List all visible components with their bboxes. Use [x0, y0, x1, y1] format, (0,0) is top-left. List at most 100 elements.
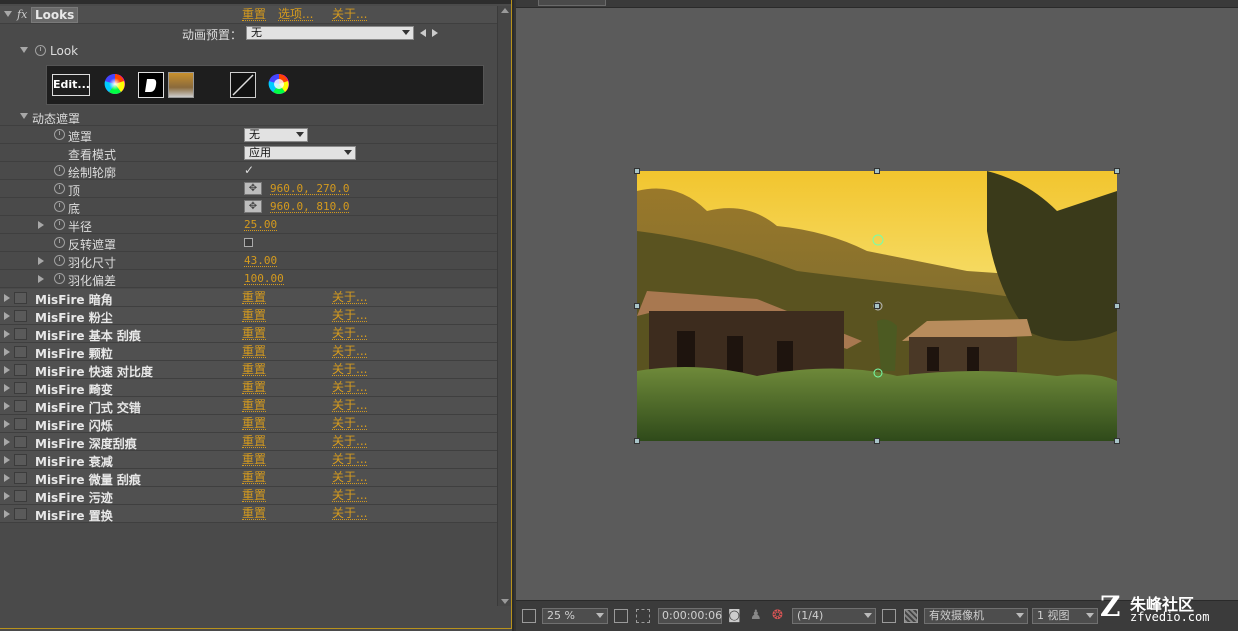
point-target-icon[interactable]: ✥	[244, 182, 262, 195]
expand-triangle-icon[interactable]	[4, 438, 10, 446]
region-of-interest-icon[interactable]	[882, 609, 896, 623]
camera-snapshot-icon[interactable]: ◙	[728, 608, 741, 623]
effect-row-misfire[interactable]: MisFire 污迹 重置 关于...	[0, 487, 497, 505]
top-value[interactable]: 960.0, 270.0	[270, 183, 350, 195]
effect-row-misfire[interactable]: MisFire 暗角 重置 关于...	[0, 289, 497, 307]
reset-link[interactable]: 重置	[242, 345, 267, 358]
expand-triangle-icon[interactable]	[4, 420, 10, 428]
safe-margins-icon[interactable]	[614, 609, 628, 623]
reset-link[interactable]: 重置	[242, 417, 267, 430]
expand-triangle-icon[interactable]	[4, 474, 10, 482]
stopwatch-icon[interactable]	[54, 129, 65, 140]
effect-toggle-box[interactable]	[14, 508, 27, 520]
scroll-down-icon[interactable]	[501, 599, 509, 604]
collapse-triangle-icon[interactable]	[20, 113, 28, 119]
expand-triangle-icon[interactable]	[4, 294, 10, 302]
fx-icon[interactable]: fx	[17, 8, 27, 21]
effect-row-misfire[interactable]: MisFire 衰减 重置 关于...	[0, 451, 497, 469]
saturation-wheel-icon[interactable]	[266, 72, 292, 98]
radius-value[interactable]: 25.00	[244, 219, 278, 231]
reset-link[interactable]: 重置	[242, 309, 267, 322]
effect-row-misfire[interactable]: MisFire 畸变 重置 关于...	[0, 379, 497, 397]
view-layout-dropdown[interactable]: 1 视图	[1032, 608, 1098, 624]
transparency-grid-icon[interactable]	[904, 609, 918, 623]
effect-row-misfire[interactable]: MisFire 微量 刮痕 重置 关于...	[0, 469, 497, 487]
expand-triangle-icon[interactable]	[38, 221, 44, 229]
reset-link[interactable]: 重置	[242, 507, 267, 520]
effect-row-misfire[interactable]: MisFire 粉尘 重置 关于...	[0, 307, 497, 325]
animation-preset-dropdown[interactable]: 无	[246, 26, 414, 40]
effect-toggle-box[interactable]	[14, 364, 27, 376]
invert-checkbox[interactable]	[244, 238, 253, 247]
about-link[interactable]: 关于...	[332, 363, 368, 376]
diffusion-icon[interactable]	[138, 72, 164, 98]
stopwatch-icon[interactable]	[35, 45, 46, 56]
resolution-dropdown[interactable]: (1/4)	[792, 608, 876, 624]
vertical-scrollbar[interactable]	[497, 6, 512, 606]
mask-dropdown[interactable]: 无	[244, 128, 308, 142]
effect-row-misfire[interactable]: MisFire 快速 对比度 重置 关于...	[0, 361, 497, 379]
effect-toggle-box[interactable]	[14, 382, 27, 394]
reset-link[interactable]: 重置	[242, 381, 267, 394]
expand-triangle-icon[interactable]	[38, 275, 44, 283]
effect-row-misfire[interactable]: MisFire 闪烁 重置 关于...	[0, 415, 497, 433]
reset-link[interactable]: 重置	[242, 399, 267, 412]
options-link[interactable]: 选项...	[278, 8, 314, 21]
expand-triangle-icon[interactable]	[4, 348, 10, 356]
stopwatch-icon[interactable]	[54, 237, 65, 248]
effect-toggle-box[interactable]	[14, 346, 27, 358]
stopwatch-icon[interactable]	[54, 165, 65, 176]
about-link[interactable]: 关于...	[332, 453, 368, 466]
effect-toggle-box[interactable]	[14, 310, 27, 322]
about-link[interactable]: 关于...	[332, 327, 368, 340]
effect-toggle-box[interactable]	[14, 418, 27, 430]
draw-outline-checkbox[interactable]: ✓	[244, 163, 254, 177]
expand-triangle-icon[interactable]	[4, 366, 10, 374]
stopwatch-icon[interactable]	[54, 201, 65, 212]
effect-toggle-box[interactable]	[14, 436, 27, 448]
effect-row-misfire[interactable]: MisFire 置换 重置 关于...	[0, 505, 497, 523]
about-link[interactable]: 关于...	[332, 309, 368, 322]
about-link[interactable]: 关于...	[332, 435, 368, 448]
expand-triangle-icon[interactable]	[4, 510, 10, 518]
effect-row-misfire[interactable]: MisFire 门式 交错 重置 关于...	[0, 397, 497, 415]
timecode-button[interactable]: 0:00:00:06	[658, 608, 722, 624]
reset-link[interactable]: 重置	[242, 453, 267, 466]
about-link[interactable]: 关于...	[332, 8, 368, 21]
zoom-dropdown[interactable]: 25 %	[542, 608, 608, 624]
handle-middle-left[interactable]	[634, 303, 640, 309]
reset-link[interactable]: 重置	[242, 471, 267, 484]
dynamic-mask-row[interactable]: 动态遮罩	[0, 108, 497, 126]
viewer-tab[interactable]	[538, 0, 606, 6]
point-target-icon[interactable]: ✥	[244, 200, 262, 213]
reset-link[interactable]: 重置	[242, 8, 267, 21]
about-link[interactable]: 关于...	[332, 291, 368, 304]
expand-triangle-icon[interactable]	[4, 492, 10, 500]
about-link[interactable]: 关于...	[332, 507, 368, 520]
effect-row-looks[interactable]: fx Looks 重置 选项... 关于...	[0, 6, 497, 24]
feather-bias-value[interactable]: 100.00	[244, 273, 284, 285]
about-link[interactable]: 关于...	[332, 381, 368, 394]
reset-link[interactable]: 重置	[242, 363, 267, 376]
stopwatch-icon[interactable]	[54, 183, 65, 194]
reset-link[interactable]: 重置	[242, 327, 267, 340]
reset-link[interactable]: 重置	[242, 291, 267, 304]
stopwatch-icon[interactable]	[54, 255, 65, 266]
effect-toggle-box[interactable]	[14, 400, 27, 412]
edit-look-button[interactable]: Edit...	[52, 74, 90, 96]
stopwatch-icon[interactable]	[54, 273, 65, 284]
stopwatch-icon[interactable]	[54, 219, 65, 230]
expand-triangle-icon[interactable]	[4, 456, 10, 464]
handle-center[interactable]	[874, 303, 880, 309]
show-snapshot-icon[interactable]: ♟	[750, 608, 762, 623]
effect-toggle-box[interactable]	[14, 328, 27, 340]
expand-triangle-icon[interactable]	[4, 330, 10, 338]
mask-toggle-icon[interactable]	[636, 609, 650, 623]
effect-toggle-box[interactable]	[14, 292, 27, 304]
handle-bottom-left[interactable]	[634, 438, 640, 444]
about-link[interactable]: 关于...	[332, 489, 368, 502]
effect-row-misfire[interactable]: MisFire 基本 刮痕 重置 关于...	[0, 325, 497, 343]
effect-row-misfire[interactable]: MisFire 深度刮痕 重置 关于...	[0, 433, 497, 451]
about-link[interactable]: 关于...	[332, 399, 368, 412]
channels-icon[interactable]: ❂	[772, 608, 783, 623]
